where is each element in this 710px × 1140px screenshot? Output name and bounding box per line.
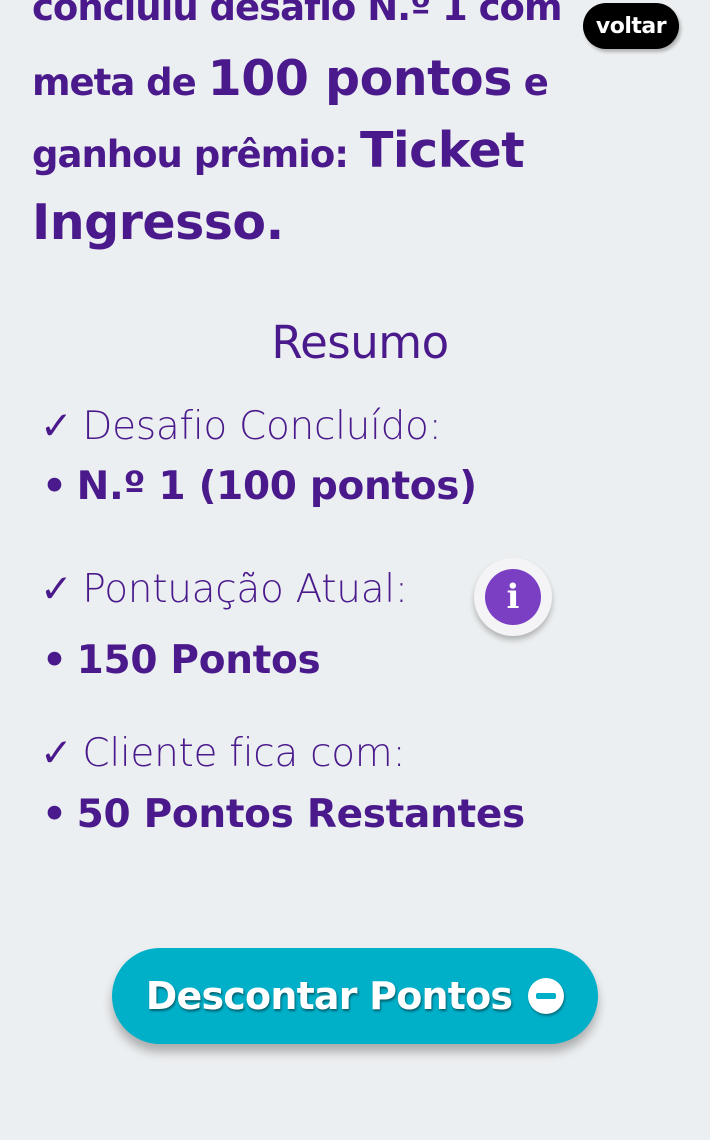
- summary-value-text: 150 Pontos: [76, 638, 321, 683]
- summary-label-text: Cliente fica com:: [82, 731, 406, 776]
- headline-goal-points: 100 pontos: [207, 50, 513, 107]
- headline-line-1: concluiu desafio N.º 1 com: [32, 0, 563, 29]
- headline-text-and: e: [511, 61, 549, 104]
- headline-text-challenge: concluiu desafio N.º 1 com: [32, 0, 563, 29]
- back-button-label: voltar: [595, 13, 667, 39]
- info-button[interactable]: i: [474, 558, 552, 636]
- summary-item-label-remaining: ✓ Cliente fica com:: [40, 731, 406, 776]
- summary-item-label-challenge: ✓ Desafio Concluído:: [40, 404, 442, 449]
- summary-item-value-challenge: • N.º 1 (100 pontos): [42, 464, 477, 509]
- headline-line-3: ganhou prêmio: Ticket: [32, 122, 525, 179]
- summary-label-text: Pontuação Atual:: [82, 567, 408, 612]
- summary-label-text: Desafio Concluído:: [82, 404, 442, 449]
- headline-text-prize-prefix: ganhou prêmio:: [32, 133, 360, 176]
- info-icon: i: [485, 569, 541, 625]
- check-icon: ✓: [40, 731, 73, 776]
- summary-item-label-current-score: ✓ Pontuação Atual:: [40, 567, 408, 612]
- headline-prize-name-part2: Ingresso.: [32, 194, 284, 251]
- back-button[interactable]: voltar: [583, 3, 679, 49]
- summary-value-text: 50 Pontos Restantes: [76, 792, 526, 837]
- bullet-icon: •: [42, 792, 67, 837]
- minus-circle-icon: [528, 978, 565, 1014]
- summary-item-value-current-score: • 150 Pontos: [42, 638, 321, 683]
- headline-line-4: Ingresso.: [32, 194, 284, 251]
- bullet-icon: •: [42, 464, 67, 509]
- bullet-icon: •: [42, 638, 67, 683]
- discount-points-button[interactable]: Descontar Pontos: [112, 948, 598, 1044]
- headline-line-2: meta de 100 pontos e: [32, 50, 549, 107]
- summary-value-text: N.º 1 (100 pontos): [76, 464, 477, 509]
- headline-text-goal-prefix: meta de: [32, 61, 208, 104]
- headline-prize-name-part1: Ticket: [359, 122, 525, 179]
- check-icon: ✓: [40, 567, 73, 612]
- summary-item-value-remaining: • 50 Pontos Restantes: [42, 792, 525, 837]
- summary-title: Resumo: [271, 316, 449, 369]
- check-icon: ✓: [40, 404, 73, 449]
- discount-points-label: Descontar Pontos: [145, 974, 513, 1018]
